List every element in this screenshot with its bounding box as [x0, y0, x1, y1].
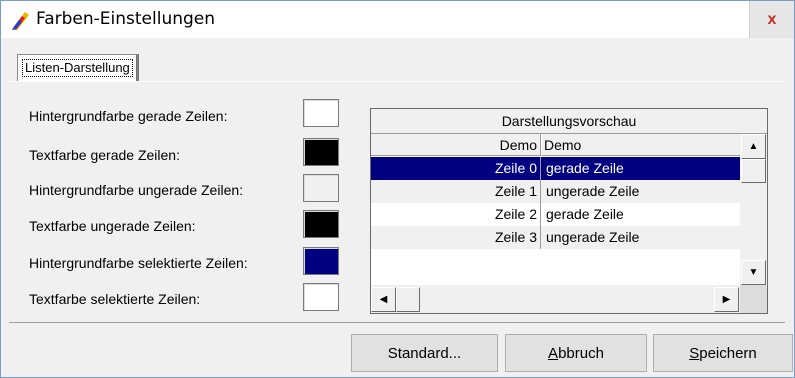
- window-title: Farben-Einstellungen: [36, 9, 216, 29]
- tab-label: Listen-Darstellung: [22, 59, 133, 77]
- swatch-text-odd[interactable]: [303, 210, 339, 238]
- label-bg-odd: Hintergrundfarbe ungerade Zeilen:: [29, 182, 244, 198]
- close-button[interactable]: x: [749, 1, 794, 38]
- cell-row-label: Zeile 2: [371, 203, 541, 226]
- label-text-selected: Textfarbe selektierte Zeilen:: [29, 291, 201, 307]
- arrow-up-icon[interactable]: ▲: [741, 134, 766, 159]
- preview-grid[interactable]: Darstellungsvorschau Demo Demo Zeile 0 g…: [370, 108, 768, 314]
- swatch-bg-even[interactable]: [303, 99, 339, 127]
- cell-row-label: Zeile 0: [371, 157, 541, 180]
- label-bg-even: Hintergrundfarbe gerade Zeilen:: [29, 108, 228, 124]
- arrow-down-icon[interactable]: ▼: [741, 260, 766, 285]
- cell-row-value: gerade Zeile: [546, 160, 624, 176]
- save-button[interactable]: Speichern: [653, 334, 793, 372]
- standard-button[interactable]: Standard...: [351, 334, 498, 372]
- scroll-thumb-horizontal[interactable]: [396, 287, 420, 312]
- arrow-left-icon[interactable]: ◀: [371, 287, 396, 312]
- title-bar: Farben-Einstellungen x: [1, 1, 794, 38]
- table-row[interactable]: Zeile 0 gerade Zeile: [371, 157, 740, 180]
- table-row[interactable]: Zeile 3 ungerade Zeile: [371, 226, 740, 249]
- swatch-text-even[interactable]: [303, 138, 339, 166]
- table-row[interactable]: Zeile 2 gerade Zeile: [371, 203, 740, 226]
- cell-row-value: gerade Zeile: [546, 206, 624, 222]
- cell-row-label: Zeile 3: [371, 226, 541, 249]
- color-pencils-icon: [12, 12, 29, 30]
- scrollbar-corner: [740, 285, 767, 313]
- label-text-even: Textfarbe gerade Zeilen:: [29, 147, 180, 163]
- column-header-demo-2[interactable]: Demo: [542, 134, 740, 156]
- scroll-thumb-vertical[interactable]: [741, 159, 766, 183]
- column-header-demo-1[interactable]: Demo: [371, 134, 541, 156]
- cell-row-label: Zeile 1: [371, 180, 541, 203]
- cancel-button[interactable]: Abbruch: [505, 334, 647, 372]
- preview-title: Darstellungsvorschau: [371, 109, 767, 134]
- settings-window: Farben-Einstellungen x Listen-Darstellun…: [0, 0, 795, 378]
- horizontal-scrollbar[interactable]: ◀ ▶: [371, 285, 740, 313]
- swatch-text-selected[interactable]: [303, 283, 339, 311]
- swatch-bg-selected[interactable]: [303, 247, 339, 275]
- cell-row-value: ungerade Zeile: [546, 183, 640, 199]
- cell-row-value: ungerade Zeile: [546, 229, 640, 245]
- arrow-right-icon[interactable]: ▶: [714, 287, 739, 312]
- tab-listen-darstellung[interactable]: Listen-Darstellung: [17, 54, 138, 81]
- label-text-odd: Textfarbe ungerade Zeilen:: [29, 218, 196, 234]
- swatch-bg-odd[interactable]: [303, 174, 339, 202]
- vertical-scrollbar[interactable]: ▲ ▼: [740, 134, 767, 285]
- label-bg-selected: Hintergrundfarbe selektierte Zeilen:: [29, 255, 248, 271]
- table-row[interactable]: Zeile 1 ungerade Zeile: [371, 180, 740, 203]
